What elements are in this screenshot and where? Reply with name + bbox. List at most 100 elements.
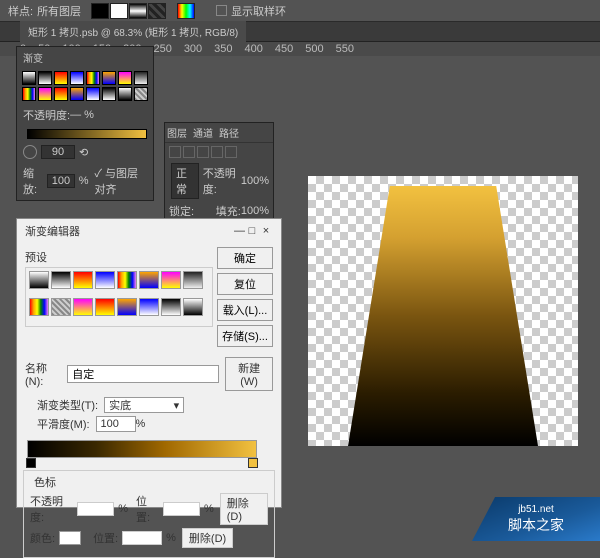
new-button[interactable]: 新建(W) [225,357,273,391]
color-picker-icon[interactable] [177,3,195,19]
stop-color-label: 颜色: [30,530,55,546]
document-tab[interactable]: 矩形 1 拷贝.psb @ 68.3% (矩形 1 拷贝, RGB/8) [20,21,246,42]
preset[interactable] [95,271,115,289]
angle-dial-icon[interactable] [23,145,37,159]
preset[interactable] [118,71,132,85]
swatch[interactable] [129,3,147,19]
angle-input[interactable]: 90 [41,145,75,159]
reverse-icon[interactable]: ⟲ [79,146,88,159]
sample-value[interactable]: 所有图层 [37,3,81,19]
show-sampling-ring[interactable]: 显示取样环 [216,3,286,19]
close-icon[interactable]: × [259,225,273,237]
name-input[interactable] [67,365,219,383]
gradient-slider-row [17,126,153,142]
fill-value[interactable]: 100% [241,205,269,217]
preset[interactable] [38,87,52,101]
delete-button2[interactable]: 删除(D) [182,528,233,548]
maximize-icon[interactable]: □ [245,225,259,237]
preset[interactable] [29,298,49,316]
preset[interactable] [139,271,159,289]
preset[interactable] [102,71,116,85]
filter-icon[interactable] [225,146,237,158]
preset[interactable] [70,87,84,101]
opacity-row: 正常 不透明度: 100% [165,161,273,201]
swatch[interactable] [91,3,109,19]
layer-filter-icons [165,143,273,161]
delete-button[interactable]: 删除(D) [220,493,268,525]
preset[interactable] [183,298,203,316]
stops-legend: 色标 [30,474,60,490]
checkbox-icon[interactable] [216,5,227,16]
percent-label: % [79,175,89,187]
color-stop[interactable] [26,458,36,468]
trapezoid-shape[interactable] [348,186,538,446]
editor-presets [25,267,213,327]
preset[interactable] [117,298,137,316]
preset[interactable] [51,271,71,289]
preset[interactable] [73,271,93,289]
ok-button[interactable]: 确定 [217,247,273,269]
preset[interactable] [134,71,148,85]
preset[interactable] [102,87,116,101]
opacity-value[interactable]: — % [70,109,94,121]
swatch[interactable] [110,3,128,19]
opacity-label: 不透明度: [23,107,70,123]
preset[interactable] [54,87,68,101]
filter-icon[interactable] [197,146,209,158]
minimize-icon[interactable]: — [234,225,245,237]
preset[interactable] [86,71,100,85]
filter-icon[interactable] [183,146,195,158]
gradient-bar[interactable] [27,440,257,458]
blend-mode-select[interactable]: 正常 [171,163,199,199]
show-label: 显示取样环 [231,3,286,19]
percent-label: % [136,418,146,430]
swatch[interactable] [148,3,166,19]
reset-button[interactable]: 复位 [217,273,273,295]
fill-label: 填充: [216,203,241,219]
color-stop[interactable] [248,458,258,468]
scale-input[interactable]: 100 [47,174,75,188]
preset[interactable] [118,87,132,101]
preset[interactable] [117,271,137,289]
opacity-value[interactable]: 100% [241,175,269,187]
stops-fieldset: 色标 不透明度: % 位置: % 删除(D) 颜色: 位置: % 删除(D) [23,470,275,558]
save-button[interactable]: 存储(S)... [217,325,273,347]
preset[interactable] [183,271,203,289]
preset[interactable] [54,71,68,85]
stop-opacity-input[interactable] [77,502,114,516]
preset[interactable] [134,87,148,101]
canvas[interactable] [308,176,578,446]
stop-pos-input[interactable] [163,502,200,516]
preset[interactable] [38,71,52,85]
preset[interactable] [73,298,93,316]
stop-pos-input2[interactable] [122,531,162,545]
preset[interactable] [139,298,159,316]
smooth-input[interactable]: 100 [96,416,136,432]
type-label: 渐变类型(T): [37,397,98,413]
tab-paths[interactable]: 路径 [219,125,239,140]
dialog-titlebar[interactable]: 渐变编辑器 — □ × [17,219,281,243]
align-label[interactable]: ✓ 与图层对齐 [94,165,147,197]
type-select[interactable]: 实底▾ [104,397,184,413]
tab-layers[interactable]: 图层 [167,125,187,140]
color-swatch[interactable] [59,531,81,545]
preset[interactable] [29,271,49,289]
preset[interactable] [22,87,36,101]
preset[interactable] [22,71,36,85]
layers-tabs: 图层 通道 路径 [165,123,273,143]
angle-row: 90 ⟲ [17,142,153,162]
tab-channels[interactable]: 通道 [193,125,213,140]
preset[interactable] [51,298,71,316]
filter-icon[interactable] [211,146,223,158]
gradient-preview-slider[interactable] [27,129,147,139]
preset-label: 预设 [25,249,217,265]
filter-icon[interactable] [169,146,181,158]
load-button[interactable]: 载入(L)... [217,299,273,321]
opacity-label: 不透明度: [203,165,241,197]
preset[interactable] [70,71,84,85]
preset[interactable] [161,271,181,289]
preset[interactable] [161,298,181,316]
preset[interactable] [86,87,100,101]
preset[interactable] [95,298,115,316]
sample-label: 样点: [8,3,33,19]
